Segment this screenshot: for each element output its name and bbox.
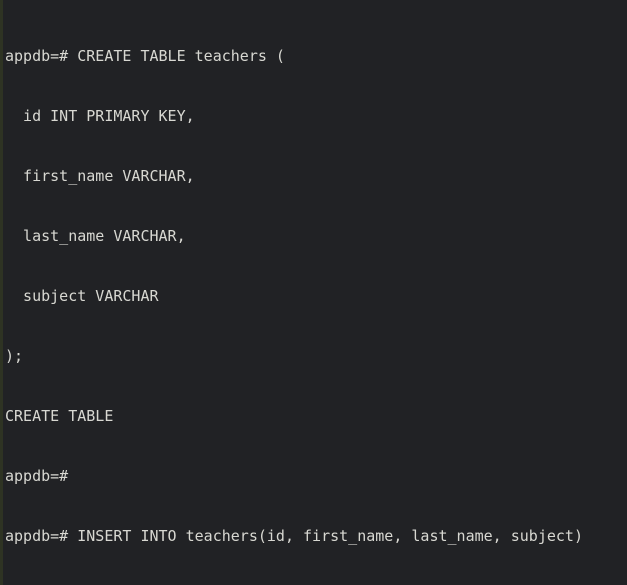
terminal-line: appdb=# CREATE TABLE teachers ( — [5, 46, 627, 66]
terminal-line: last_name VARCHAR, — [5, 226, 627, 246]
terminal-line: id INT PRIMARY KEY, — [5, 106, 627, 126]
terminal-line: appdb=# INSERT INTO teachers(id, first_n… — [5, 526, 627, 546]
terminal-line: first_name VARCHAR, — [5, 166, 627, 186]
terminal-line: ); — [5, 346, 627, 366]
terminal-window[interactable]: appdb=# CREATE TABLE teachers ( id INT P… — [0, 0, 627, 585]
terminal-line: CREATE TABLE — [5, 406, 627, 426]
terminal-line: subject VARCHAR — [5, 286, 627, 306]
terminal-line: appdb=# — [5, 466, 627, 486]
